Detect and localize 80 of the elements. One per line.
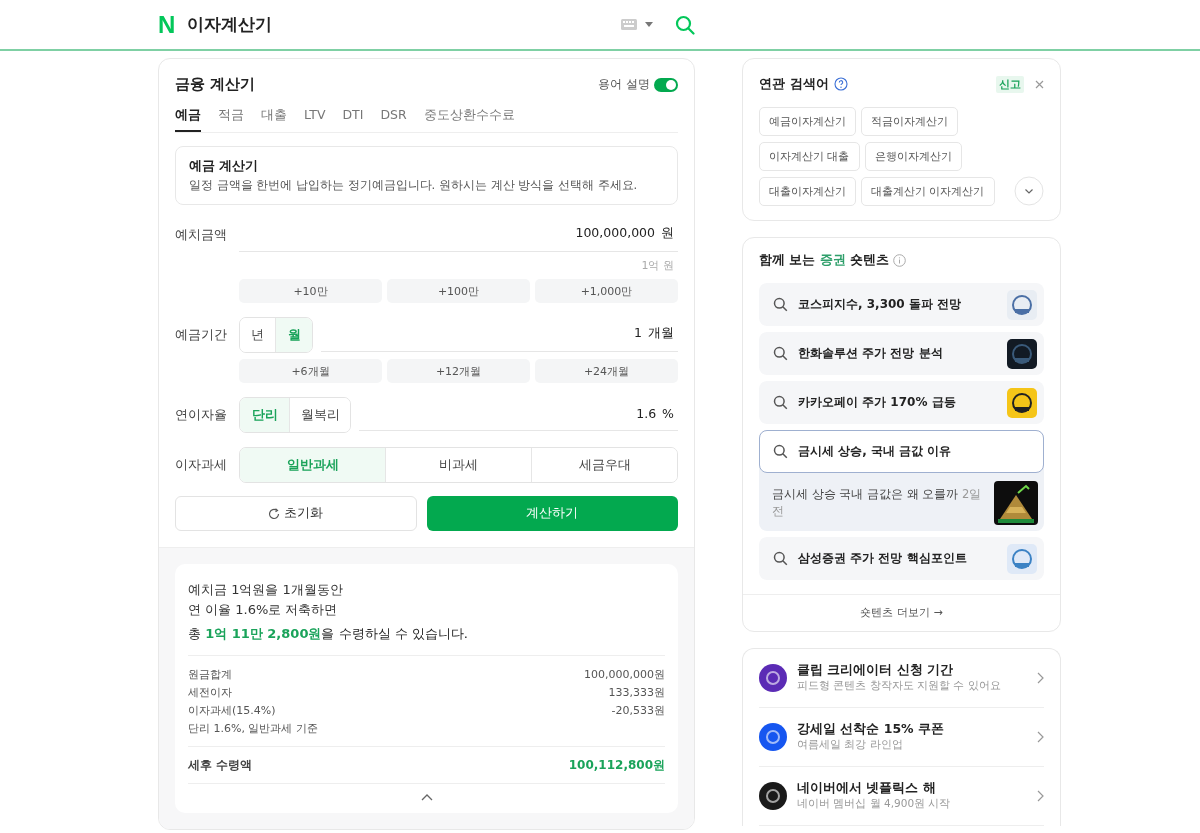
reset-button[interactable]: 초기화 [175, 496, 417, 531]
tab[interactable]: LTV [304, 104, 326, 132]
result-value: 100,000,000원 [584, 667, 665, 683]
refresh-icon [268, 507, 281, 520]
result-summary: 예치금 1억원을 1개월동안 [188, 581, 344, 599]
after-tax-label: 세후 수령액 [188, 757, 253, 774]
after-tax-value: 100,112,800원 [568, 757, 665, 774]
unit-toggle-button[interactable]: 년 [240, 318, 276, 352]
section-title: 함께 보는 증권 숏텐츠 [759, 252, 890, 269]
result-label: 세전이자 [188, 685, 232, 701]
quick-add-button[interactable]: +12개월 [387, 359, 530, 383]
tab[interactable]: DSR [380, 104, 407, 132]
chevron-right-icon[interactable] [1037, 671, 1044, 684]
field-label: 예금기간 [175, 326, 228, 344]
result-value: -20,533원 [611, 703, 665, 719]
preview-text: 금시세 상승 국내 금값은 왜 오를까 2일 전 [772, 486, 983, 520]
shorts-query[interactable]: 금시세 상승, 국내 금값 이유 [759, 430, 1044, 473]
result-total: 총 1억 11만 2,800원을 수령하실 수 있습니다. [188, 625, 665, 656]
shorts-query[interactable]: 한화솔루션 주가 전망 분석 [759, 332, 1044, 375]
quick-add-button[interactable]: +100만 [387, 279, 530, 303]
page-title: 이자계산기 [187, 13, 273, 36]
field-label: 예치금액 [175, 227, 228, 244]
shorts-query[interactable]: 삼성증권 주가 전망 핵심포인트 [759, 537, 1044, 580]
period-field[interactable]: 1 개월 [321, 318, 678, 352]
result-summary: 연 이율 1.6%로 저축하면 [188, 601, 339, 619]
chevron-right-icon[interactable] [1037, 789, 1044, 802]
quick-add-button[interactable]: +24개월 [535, 359, 678, 383]
tab[interactable]: 예금 [175, 104, 201, 132]
result-value: 133,333원 [608, 685, 665, 701]
amount-field[interactable]: 100,000,000 원 [239, 219, 678, 252]
search-tag[interactable]: 예금이자계산기 [759, 107, 856, 136]
toggle-switch[interactable] [654, 77, 678, 92]
promo-title[interactable]: 네이버에서 넷플릭스 해 [797, 780, 1027, 797]
section-title: 연관 검색어 [759, 75, 829, 93]
promo-title[interactable]: 강세일 선착순 15% 쿠폰 [797, 721, 1027, 738]
search-icon [773, 297, 788, 312]
search-tag[interactable]: 적금이자계산기 [861, 107, 958, 136]
search-icon [773, 346, 788, 361]
amount-hint: 1억 원 [640, 258, 674, 273]
info-title: 예금 계산기 [189, 158, 260, 175]
search-icon [773, 551, 788, 566]
calculator-title: 금융 계산기 [175, 75, 256, 94]
search-tag[interactable]: 은행이자계산기 [864, 142, 962, 171]
shorts-query[interactable]: 카카오페이 주가 170% 급등 [759, 381, 1044, 424]
promo-subtitle: 피드형 콘텐츠 창작자도 지원할 수 있어요 [797, 679, 1002, 693]
info-description: 일정 금액을 한번에 납입하는 정기예금입니다. 원하시는 계산 방식을 선택해 주세요. [189, 178, 639, 193]
result-label: 이자과세(15.4%) [188, 703, 276, 719]
field-label: 연이자율 [175, 406, 228, 424]
quick-add-button[interactable]: +10만 [239, 279, 382, 303]
search-icon[interactable] [675, 14, 695, 35]
shorts-preview[interactable]: 금시세 상승 국내 금값은 왜 오를까 2일 전 [759, 473, 1044, 531]
promo-title[interactable]: 클립 크리에이터 신청 기간 [797, 662, 1027, 679]
toggle-label: 용어 설명 [598, 76, 650, 93]
quick-add-button[interactable]: +6개월 [239, 359, 382, 383]
search-icon [773, 444, 788, 459]
keyboard-icon[interactable] [621, 19, 637, 30]
promo-subtitle: 네이버 멤버십 월 4,900원 시작 [797, 797, 952, 811]
field-label: 이자과세 [175, 456, 228, 474]
tab[interactable]: 대출 [261, 104, 287, 132]
search-icon [773, 395, 788, 410]
help-icon[interactable] [833, 77, 848, 91]
close-icon[interactable] [1035, 79, 1044, 89]
collapse-icon[interactable] [420, 794, 433, 801]
chevron-right-icon[interactable] [1037, 730, 1044, 743]
expand-icon[interactable] [1014, 176, 1044, 206]
shorts-query[interactable]: 코스피지수, 3,300 돌파 전망 [759, 283, 1044, 326]
tab[interactable]: DTI [342, 104, 364, 132]
caret-icon[interactable] [645, 22, 653, 27]
rate-field[interactable]: 1.6 % [359, 399, 678, 431]
result-label: 원금합계 [188, 667, 232, 683]
more-shorts-link[interactable]: 숏텐츠 더보기 → [743, 594, 1060, 631]
search-tag[interactable]: 대출이자계산기 [759, 177, 856, 206]
quick-add-button[interactable]: +1,000만 [535, 279, 678, 303]
promo-subtitle: 여름세일 최강 라인업 [797, 738, 904, 752]
search-tag[interactable]: 이자계산기 대출 [759, 142, 860, 171]
tab[interactable]: 적금 [218, 104, 244, 132]
info-icon[interactable] [893, 254, 907, 267]
tab[interactable]: 중도상환수수료 [423, 104, 515, 132]
result-note: 단리 1.6%, 일반과세 기준 [188, 721, 318, 737]
search-tag[interactable]: 대출계산기 이자계산기 [861, 177, 995, 206]
